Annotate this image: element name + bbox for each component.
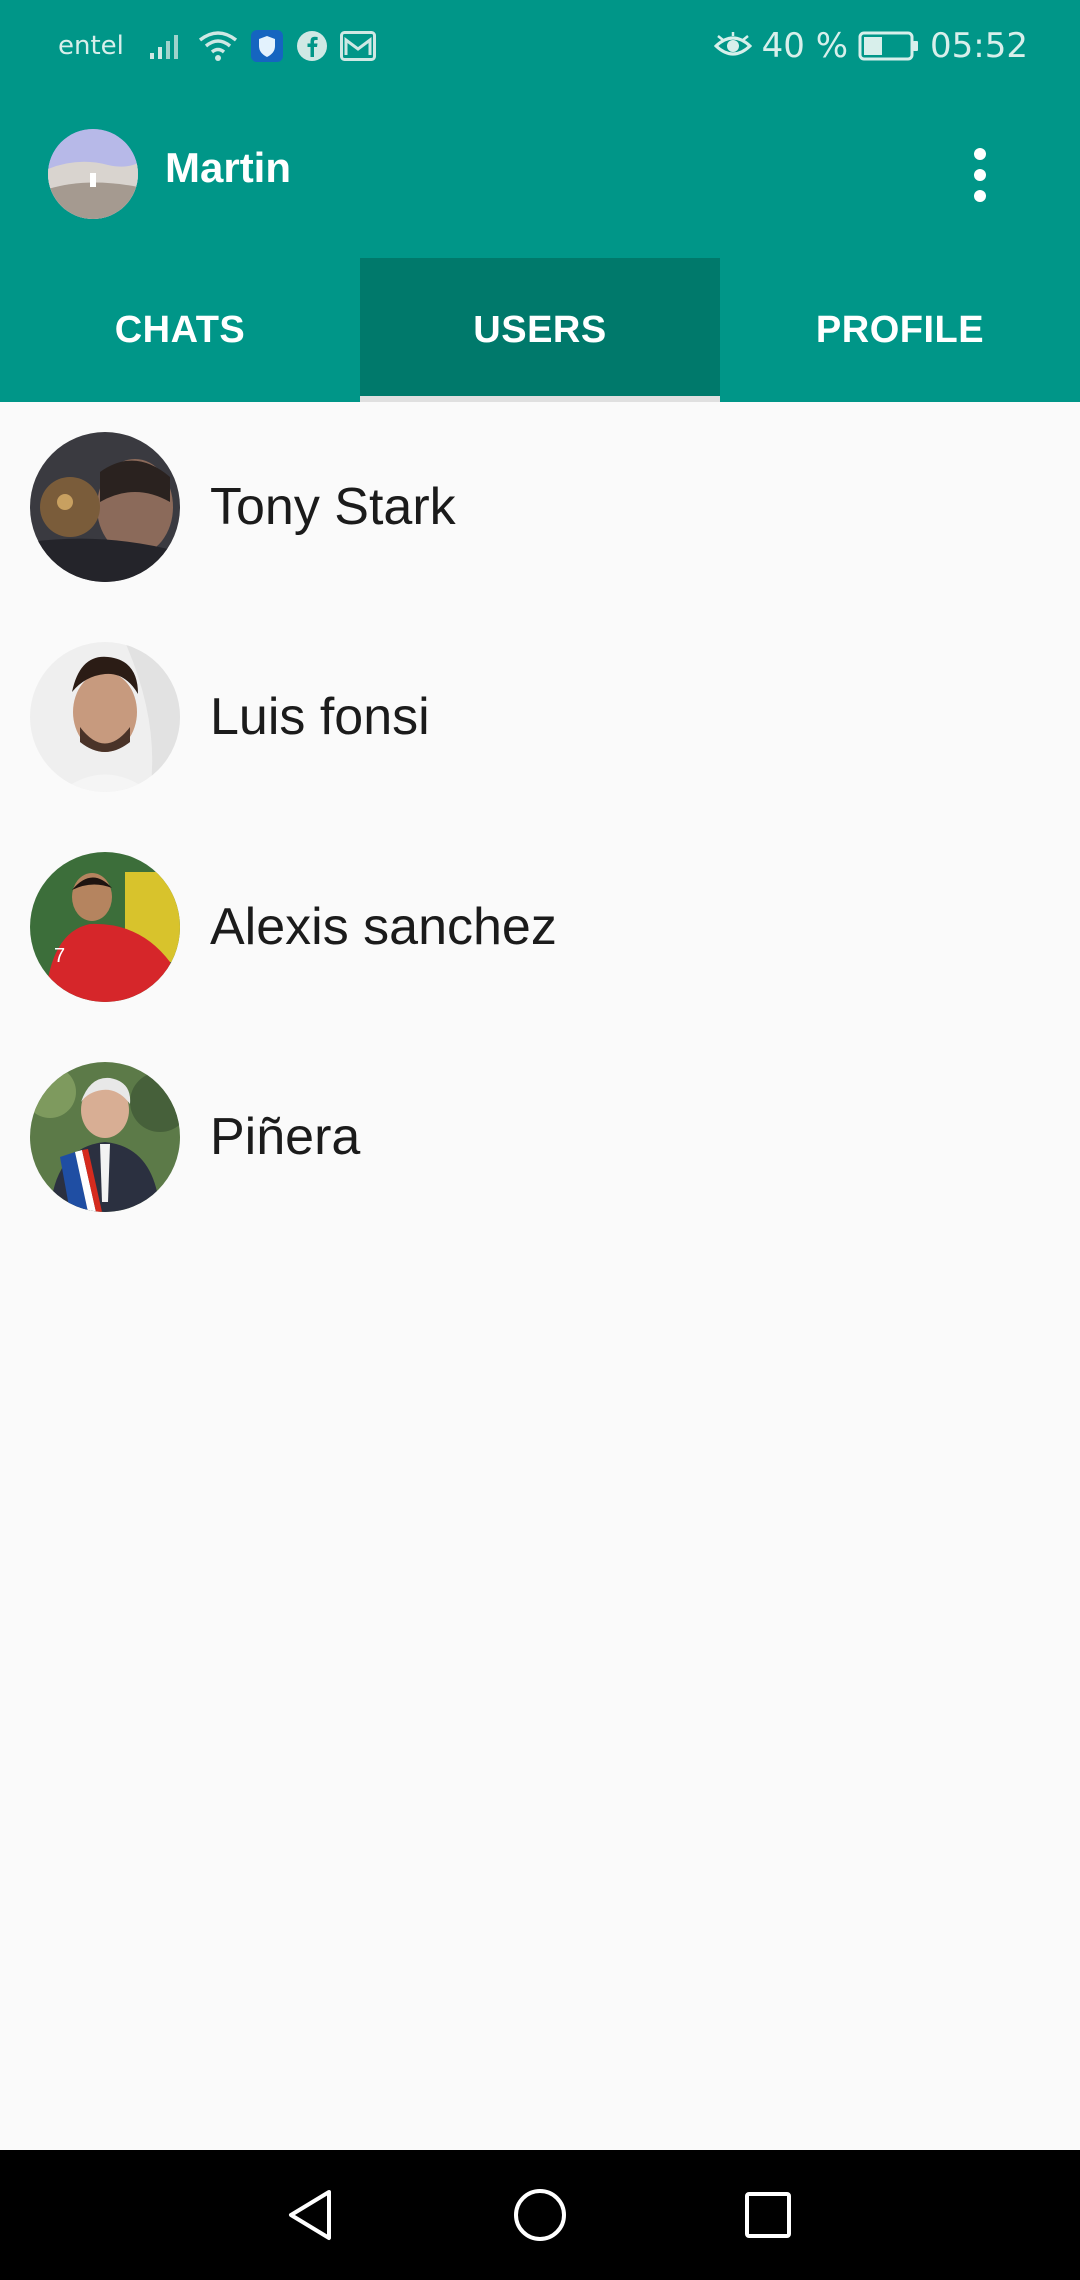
back-icon[interactable] [270, 2150, 350, 2280]
list-item[interactable]: Tony Stark [0, 402, 1080, 612]
list-item[interactable]: Luis fonsi [0, 612, 1080, 822]
tab-profile[interactable]: PROFILE [720, 258, 1080, 402]
avatar: 7 [30, 852, 180, 1002]
list-item[interactable]: Piñera [0, 1032, 1080, 1242]
list-item[interactable]: 7 Alexis sanchez [0, 822, 1080, 1032]
tab-bar: CHATS USERS PROFILE [0, 258, 1080, 402]
wifi-icon [198, 30, 238, 62]
avatar [30, 642, 180, 792]
tab-chats[interactable]: CHATS [0, 258, 360, 402]
carrier-label: entel [58, 31, 124, 61]
page-title: Martin [165, 144, 291, 191]
clock: 05:52 [930, 26, 1028, 66]
user-name: Luis fonsi [210, 688, 430, 746]
status-bar: entel 40 % 05:52 [0, 0, 1080, 92]
tab-users[interactable]: USERS [360, 258, 720, 402]
mail-icon [339, 31, 376, 61]
profile-avatar[interactable] [48, 129, 138, 219]
user-name: Piñera [210, 1108, 361, 1166]
user-name: Tony Stark [210, 478, 456, 536]
avatar [30, 1062, 180, 1212]
more-vertical-icon[interactable] [960, 140, 1000, 210]
app-bar: Martin [0, 92, 1080, 258]
user-name: Alexis sanchez [210, 898, 557, 956]
battery-icon [858, 30, 920, 62]
recents-icon[interactable] [728, 2150, 808, 2280]
eye-icon [713, 32, 752, 60]
signal-icon [148, 31, 186, 61]
system-nav-bar [0, 2150, 1080, 2280]
users-list: Tony Stark Luis fonsi 7 Alexis sanchez P… [0, 402, 1080, 1242]
svg-text:7: 7 [54, 945, 65, 967]
avatar [30, 432, 180, 582]
shield-icon [250, 29, 284, 63]
home-icon[interactable] [500, 2150, 580, 2280]
battery-percent: 40 % [761, 26, 849, 66]
facebook-icon [296, 30, 328, 62]
